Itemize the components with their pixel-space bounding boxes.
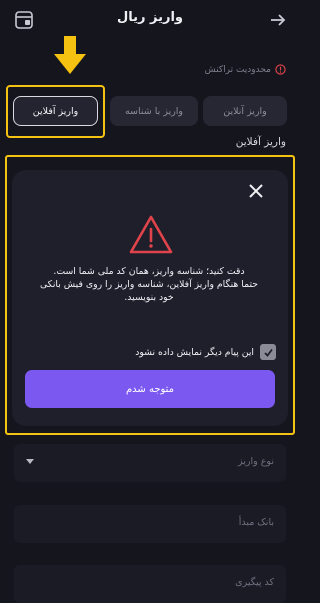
transaction-limit-label: محدودیت تراکنش xyxy=(204,64,271,75)
top-bar: واریز ریال xyxy=(0,0,300,40)
tracking-code-field[interactable]: کد پیگیری xyxy=(14,565,286,603)
deposit-type-select[interactable]: نوع واریز xyxy=(14,444,286,482)
page-title: واریز ریال xyxy=(116,10,184,25)
back-arrow-icon[interactable] xyxy=(268,10,288,30)
tab-id-deposit[interactable]: واریز با شناسه xyxy=(110,96,198,126)
pointer-arrow-icon xyxy=(54,36,86,74)
modal-highlight-frame xyxy=(5,155,295,435)
tab-highlight-frame xyxy=(6,85,105,138)
chevron-down-icon xyxy=(26,459,34,464)
source-bank-field[interactable]: بانک مبدأ xyxy=(14,505,286,543)
transaction-limit-link[interactable]: محدودیت تراکنش xyxy=(205,64,286,75)
tab-online-deposit[interactable]: واریز آنلاین xyxy=(203,96,287,126)
info-icon xyxy=(275,64,286,75)
section-title: واریز آفلاین xyxy=(235,136,286,148)
